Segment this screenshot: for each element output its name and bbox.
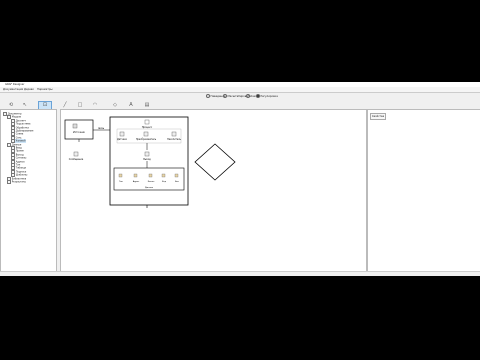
- sub-item-channel-label: Канал: [148, 181, 155, 183]
- menu-item-tree[interactable]: Дерево: [24, 88, 34, 91]
- tree-item-label: Результаты: [11, 180, 26, 184]
- item-output-label: Выход: [143, 158, 151, 161]
- item-converter-icon[interactable]: [143, 131, 149, 137]
- mode-radio-bar: Наведение Масштабировать Узел Регулировк…: [0, 92, 480, 99]
- sub-item-code-icon[interactable]: [161, 173, 166, 178]
- properties-panel: Свойства: [367, 109, 480, 273]
- status-bar: [0, 271, 480, 276]
- item-output-icon[interactable]: [144, 151, 150, 157]
- sub-item-type-label: Тип: [119, 181, 124, 183]
- node-source-label: Источник: [73, 131, 85, 134]
- window-title: GRAF Designer: [5, 83, 25, 86]
- properties-button[interactable]: Свойства: [370, 113, 386, 120]
- group-process-title: Процесс: [142, 126, 153, 129]
- group-process-icon: [144, 119, 150, 125]
- radio-adjust[interactable]: Регулировка: [256, 94, 278, 98]
- node-source[interactable]: [64, 119, 94, 140]
- item-sensors-label: Датчики: [117, 138, 127, 141]
- diagram-canvas[interactable]: Источник Сообщение связь Процесс Датчики…: [60, 109, 367, 273]
- item-sensors-icon[interactable]: [119, 131, 125, 137]
- item-converter-label: Преобразователь: [136, 138, 157, 141]
- app-window: GRAF Designer Документация Дерево Параме…: [0, 82, 480, 276]
- menu-item-documentation[interactable]: Документация: [3, 88, 23, 91]
- node-source-icon: [72, 123, 78, 129]
- node-message-icon[interactable]: [73, 151, 79, 157]
- node-message-label: Сообщение: [69, 158, 84, 161]
- sub-item-address-label: Адрес: [133, 180, 139, 183]
- decision-diamond[interactable]: [194, 143, 236, 181]
- group-data-title: Данные: [145, 187, 154, 189]
- sub-item-code-label: Код: [162, 181, 167, 183]
- diagram-svg: Источник Сообщение связь Процесс Датчики…: [64, 116, 236, 208]
- group-process[interactable]: [109, 116, 189, 206]
- project-tree[interactable]: Документы Модули Диспетч Подсистема Обработк…: [0, 109, 57, 273]
- tree-item[interactable]: Результаты: [7, 180, 26, 184]
- sub-item-bit-icon[interactable]: [174, 173, 179, 178]
- sub-item-type-icon[interactable]: [118, 173, 123, 178]
- sub-item-channel-icon[interactable]: [148, 173, 153, 178]
- menu-item-parameters[interactable]: Параметры: [37, 88, 53, 91]
- link-label: связь: [98, 127, 105, 130]
- tree-node-icon: [7, 180, 11, 184]
- item-storage-label: Накопитель: [167, 138, 182, 141]
- item-storage-icon[interactable]: [171, 131, 177, 137]
- toolbar: ⟲ ↖ ⊡ ╱ □ ◠ ◇ A ▤: [0, 100, 480, 110]
- sub-item-address-icon[interactable]: [133, 173, 138, 178]
